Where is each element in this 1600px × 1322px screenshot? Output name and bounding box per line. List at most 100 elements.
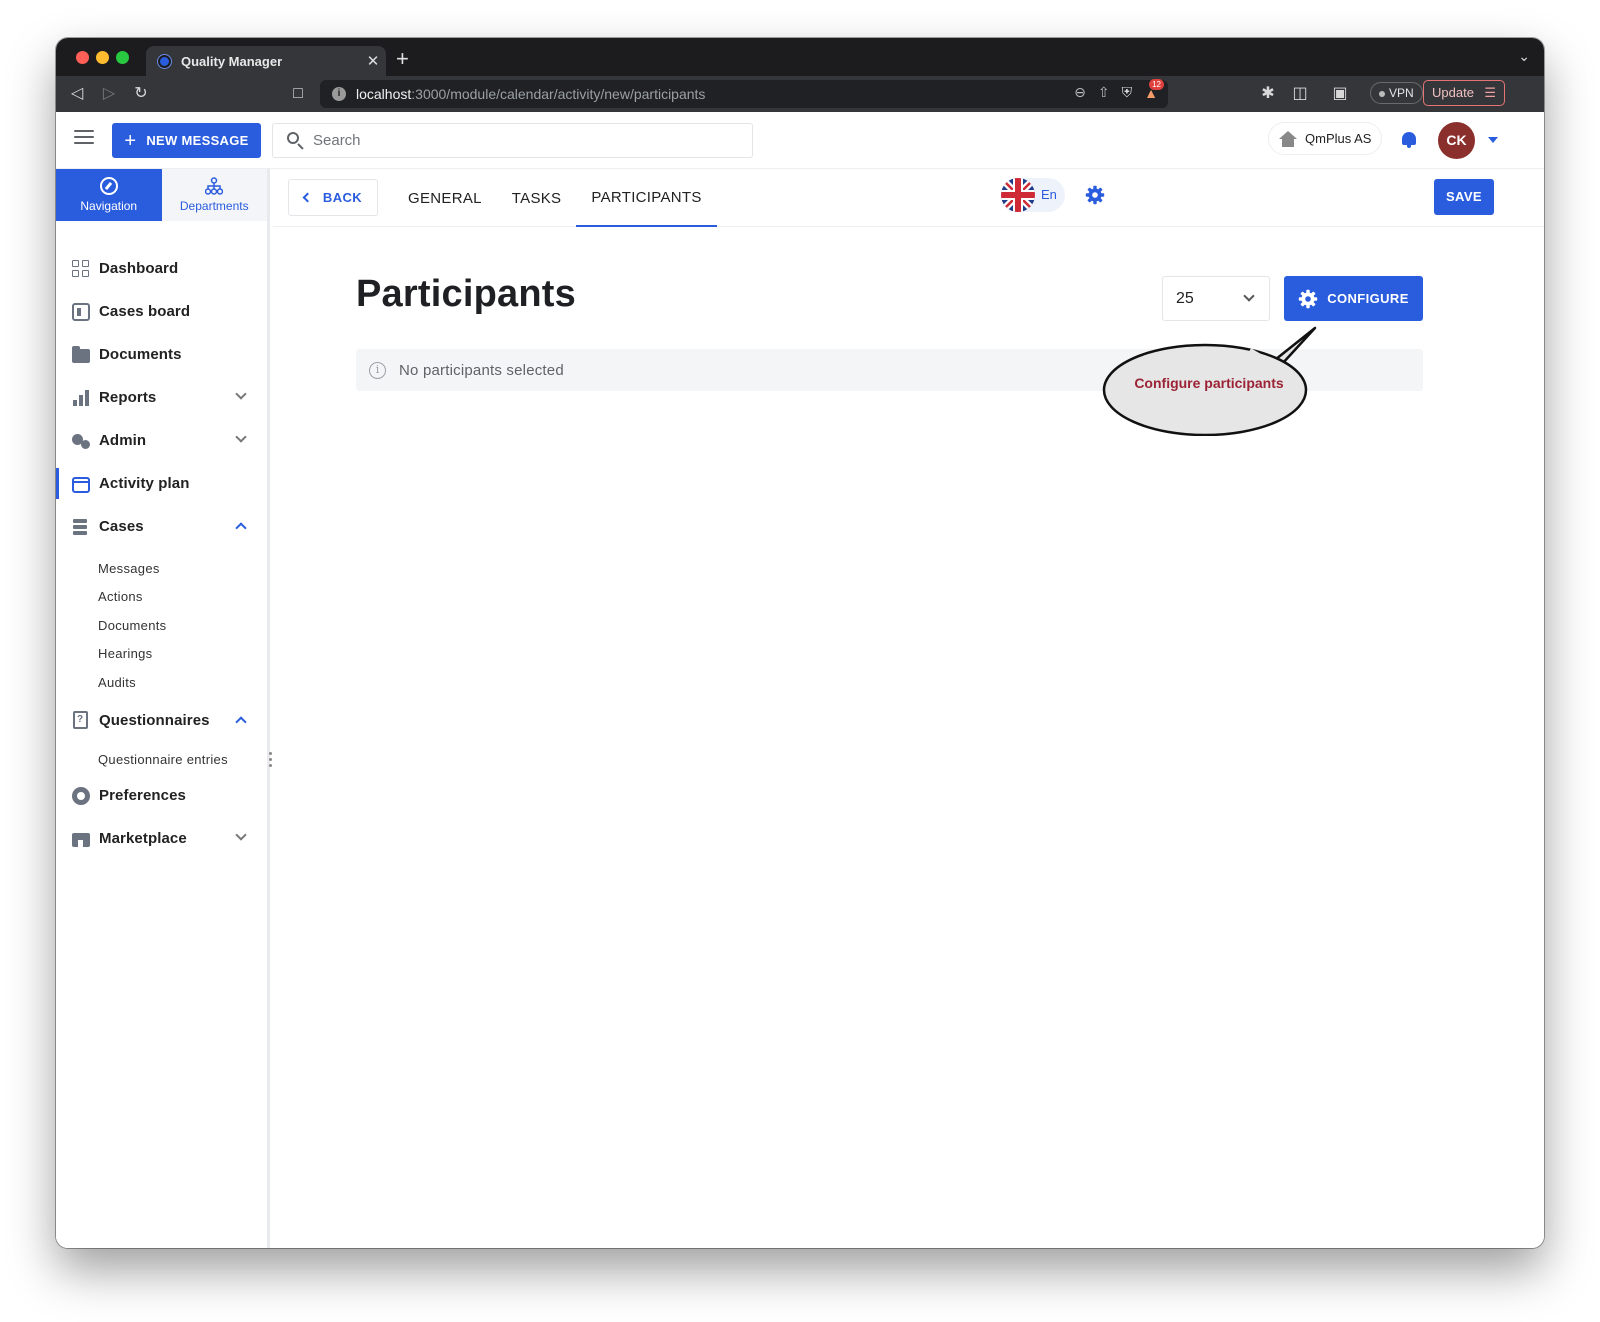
sidebar-item-reports[interactable]: Reports [56, 376, 267, 419]
search-input[interactable] [313, 132, 713, 149]
org-chart-icon [205, 177, 224, 195]
brave-shields-icon[interactable]: ⛨ [1122, 84, 1133, 101]
cases-icon [72, 518, 90, 536]
bookmark-icon[interactable]: □ [287, 83, 309, 105]
search-icon [273, 123, 313, 158]
sidebar-subitem-messages[interactable]: Messages [56, 554, 267, 583]
chevron-down-icon[interactable] [235, 388, 247, 400]
browser-window: Quality Manager ✕ + ⌄ ◁ ▷ ↻ □ i localhos… [56, 38, 1544, 1248]
tab-close-icon[interactable]: ✕ [360, 52, 386, 70]
user-avatar[interactable]: CK [1438, 122, 1475, 159]
company-name: QmPlus AS [1305, 131, 1372, 146]
sidebar-toggle-icon[interactable]: ◫ [1289, 83, 1311, 105]
activity-subheader: BACK GENERAL TASKS PARTICIPANTS En SAVE [273, 169, 1544, 227]
settings-gear-icon[interactable] [1085, 185, 1105, 205]
url-path: :3000/module/calendar/activity/new/parti… [411, 86, 706, 102]
wallet-icon[interactable]: ▣ [1329, 83, 1351, 105]
folder-icon [72, 345, 90, 363]
back-button[interactable]: BACK [288, 179, 378, 216]
chevron-left-icon [302, 192, 313, 203]
store-icon [72, 833, 90, 847]
sidebar-item-preferences[interactable]: Preferences [56, 774, 267, 817]
sidebar-item-cases-board[interactable]: Cases board [56, 290, 267, 333]
reload-icon[interactable]: ↻ [130, 83, 152, 105]
back-label: BACK [322, 190, 363, 205]
back-arrow-icon[interactable]: ◁ [66, 83, 88, 105]
forward-arrow-icon[interactable]: ▷ [98, 83, 120, 105]
sidebar-item-admin[interactable]: Admin [56, 419, 267, 462]
share-icon[interactable]: ⇧ [1098, 84, 1110, 101]
app-favicon-icon [158, 54, 171, 68]
browser-tab[interactable]: Quality Manager ✕ [146, 46, 386, 76]
vpn-status-icon [1379, 90, 1385, 97]
sidebar-item-cases[interactable]: Cases [56, 505, 267, 548]
user-menu-caret-icon[interactable] [1488, 137, 1498, 143]
close-window-button[interactable] [76, 51, 89, 64]
new-message-button[interactable]: + NEW MESSAGE [112, 123, 261, 158]
sidebar-tab-departments[interactable]: Departments [161, 169, 267, 221]
browser-toolbar: ◁ ▷ ↻ □ i localhost :3000/module/calenda… [56, 76, 1544, 112]
page-size-select[interactable]: 25 [1162, 276, 1270, 321]
url-host: localhost [356, 86, 412, 102]
sidebar-item-label: Documents [99, 346, 182, 363]
sidebar-tab-navigation[interactable]: Navigation [56, 169, 162, 221]
calendar-icon [72, 476, 90, 493]
compass-icon [99, 177, 118, 195]
app-root: + NEW MESSAGE QmPlus AS CK Navigation [56, 112, 1544, 1248]
bar-chart-icon [72, 389, 90, 407]
chevron-up-icon[interactable] [235, 522, 247, 534]
sidebar-subitem-questionnaire-entries[interactable]: Questionnaire entries [56, 746, 267, 775]
search-box [272, 123, 753, 158]
hamburger-menu-icon[interactable] [74, 130, 94, 144]
company-switcher[interactable]: QmPlus AS [1268, 122, 1382, 155]
sidebar-subitem-documents[interactable]: Documents [56, 611, 267, 640]
configure-button[interactable]: CONFIGURE [1284, 276, 1423, 321]
site-info-icon[interactable]: i [332, 87, 346, 101]
uk-flag-icon [1001, 178, 1035, 212]
rewards-count-badge: 12 [1149, 78, 1164, 90]
sidebar-item-dashboard[interactable]: Dashboard [56, 247, 267, 290]
sidebar-subitem-hearings[interactable]: Hearings [56, 640, 267, 669]
chevron-down-icon[interactable] [235, 431, 247, 443]
sidebar-tabs: Navigation Departments [56, 169, 267, 221]
update-label: Update [1432, 85, 1474, 100]
plus-icon: + [124, 129, 137, 152]
sidebar-item-label: Dashboard [99, 260, 179, 277]
gear-icon [1298, 289, 1318, 308]
sidebar-item-activity-plan[interactable]: Activity plan [56, 462, 267, 505]
sidebar-item-documents[interactable]: Documents [56, 333, 267, 376]
gear-icon [72, 786, 90, 805]
page-title: Participants [356, 273, 576, 315]
sidebar-tab-label: Navigation [80, 199, 138, 213]
update-browser-button[interactable]: Update ☰ [1423, 80, 1505, 106]
page-size-value: 25 [1176, 290, 1194, 307]
notifications-bell-icon[interactable] [1401, 131, 1417, 149]
chevron-up-icon[interactable] [235, 715, 247, 728]
maximize-window-button[interactable] [116, 51, 129, 64]
language-label: En [1041, 187, 1057, 202]
save-button[interactable]: SAVE [1434, 179, 1494, 215]
chevron-down-icon[interactable] [235, 829, 247, 841]
tab-tasks[interactable]: TASKS [497, 169, 577, 227]
cases-submenu: Messages Actions Documents Hearings Audi… [56, 548, 267, 699]
sidebar-item-questionnaires[interactable]: Questionnaires [56, 699, 267, 742]
sidebar-item-marketplace[interactable]: Marketplace [56, 817, 267, 860]
tab-general[interactable]: GENERAL [393, 169, 497, 227]
tab-participants[interactable]: PARTICIPANTS [576, 169, 717, 227]
clipboard-icon [73, 711, 88, 729]
home-icon [1279, 130, 1297, 147]
address-bar[interactable]: i localhost :3000/module/calendar/activi… [320, 78, 1168, 108]
sidebar-subitem-actions[interactable]: Actions [56, 583, 267, 612]
extensions-icon[interactable]: ✱ [1257, 83, 1279, 105]
language-switcher[interactable]: En [1001, 178, 1065, 212]
minimize-window-button[interactable] [96, 51, 109, 64]
brave-rewards-icon[interactable]: ▲ 12 [1144, 78, 1164, 101]
sidebar-item-label: Questionnaires [99, 711, 210, 729]
sidebar-item-label: Cases board [99, 303, 191, 320]
new-tab-button[interactable]: + [396, 47, 409, 71]
zoom-icon[interactable]: ⊖ [1074, 84, 1086, 101]
vpn-button[interactable]: VPN [1370, 82, 1423, 104]
sidebar-subitem-audits[interactable]: Audits [56, 668, 267, 697]
questionnaires-submenu: Questionnaire entries [56, 742, 267, 775]
tab-search-chevron-icon[interactable]: ⌄ [1518, 48, 1530, 65]
